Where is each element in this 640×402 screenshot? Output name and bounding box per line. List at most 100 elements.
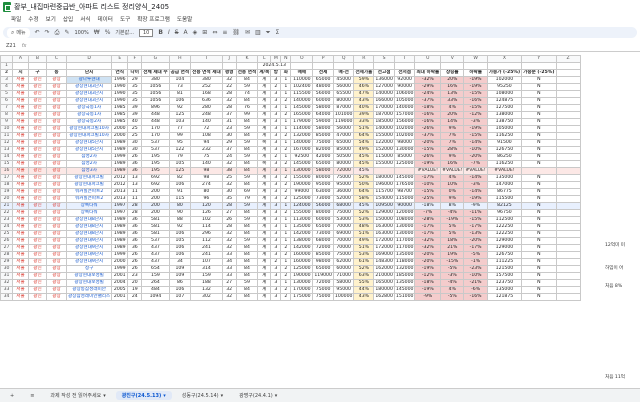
table-cell[interactable]: -16%	[463, 293, 488, 301]
menu-item[interactable]: 삽입	[63, 15, 73, 24]
table-cell[interactable]: -23%	[463, 265, 488, 273]
font-select[interactable]: 기본값...	[115, 29, 134, 36]
table-cell[interactable]: 35	[127, 90, 143, 98]
table-cell[interactable]: 80000	[332, 160, 355, 168]
table-cell[interactable]: 2	[280, 244, 292, 252]
table-cell[interactable]: 136000	[373, 76, 395, 84]
table-cell[interactable]: 1	[280, 153, 292, 161]
table-cell[interactable]: 140	[190, 118, 223, 126]
table-cell[interactable]: 280	[190, 104, 223, 112]
column-header[interactable]: T	[393, 55, 416, 63]
table-cell[interactable]: 21%	[440, 244, 465, 252]
table-cell[interactable]: 3	[270, 97, 282, 105]
cell[interactable]	[28, 62, 47, 70]
row-number[interactable]: 22	[0, 209, 13, 217]
table-cell[interactable]: 125	[168, 167, 192, 175]
table-cell[interactable]: 150000	[373, 216, 395, 224]
column-header[interactable]: O	[290, 55, 314, 63]
table-cell[interactable]: 58000	[312, 125, 334, 133]
table-cell[interactable]: 광장	[46, 118, 67, 126]
table-cell[interactable]: 광진	[28, 251, 47, 259]
table-cell[interactable]: -4%	[440, 209, 465, 217]
table-cell[interactable]: 135000	[393, 279, 416, 287]
table-cell[interactable]: 서울	[12, 118, 29, 126]
table-cell[interactable]: 140000	[373, 125, 395, 133]
table-cell[interactable]: N	[521, 188, 557, 196]
table-cell[interactable]: -15%	[463, 132, 488, 140]
table-cell[interactable]: 1	[280, 223, 292, 231]
column-title[interactable]: 전저점	[393, 69, 416, 77]
table-cell[interactable]: 25	[127, 125, 143, 133]
column-title[interactable]: 나이	[127, 69, 143, 77]
table-cell[interactable]: 84	[235, 272, 259, 280]
table-cell[interactable]: 79	[168, 153, 192, 161]
column-header[interactable]: N	[280, 55, 292, 63]
table-cell[interactable]: 광장현대보성빌	[65, 272, 113, 280]
table-cell[interactable]: 1	[280, 76, 292, 84]
table-cell[interactable]: 84	[235, 76, 259, 84]
table-cell[interactable]: -19%	[463, 83, 488, 91]
table-cell[interactable]: 90000	[393, 202, 416, 210]
table-cell[interactable]: 95000	[332, 286, 355, 294]
table-cell[interactable]: 24	[221, 153, 237, 161]
table-cell[interactable]: 105	[168, 237, 192, 245]
table-cell[interactable]: 계	[257, 111, 272, 119]
table-cell[interactable]: 삼성2차	[65, 160, 113, 168]
table-cell[interactable]: 140	[190, 160, 223, 168]
table-cell[interactable]: 23	[221, 125, 237, 133]
table-cell[interactable]: 180000	[373, 174, 395, 182]
cell[interactable]	[555, 97, 581, 105]
table-cell[interactable]: 5%	[440, 230, 465, 238]
table-cell[interactable]: 0%	[440, 188, 465, 196]
table-cell[interactable]: N	[521, 251, 557, 259]
table-cell[interactable]: 3	[270, 293, 282, 301]
table-cell[interactable]: 84	[235, 209, 259, 217]
table-cell[interactable]: 2004	[111, 279, 129, 287]
table-cell[interactable]: 142000	[290, 230, 314, 238]
table-cell[interactable]: 광진	[28, 139, 47, 147]
table-cell[interactable]: 448	[141, 118, 170, 126]
column-header[interactable]: K	[235, 55, 259, 63]
table-cell[interactable]: 86250	[486, 153, 523, 161]
table-cell[interactable]: 99000	[290, 188, 314, 196]
row-number[interactable]: 8	[0, 111, 13, 119]
table-cell[interactable]: N	[521, 244, 557, 252]
table-cell[interactable]: 125000	[290, 265, 314, 273]
cell[interactable]	[312, 62, 334, 70]
cell[interactable]	[393, 62, 416, 70]
table-cell[interactable]: 157000	[393, 111, 416, 119]
table-cell[interactable]: 264	[141, 279, 170, 287]
menu-item[interactable]: 데이터	[97, 15, 112, 24]
table-cell[interactable]: 140000	[393, 104, 416, 112]
table-cell[interactable]: -18%	[414, 202, 442, 210]
tab-seongdong[interactable]: 성동구(24.5.14) ▾	[176, 391, 229, 400]
table-cell[interactable]: 692	[141, 174, 170, 182]
table-cell[interactable]: 84	[235, 286, 259, 294]
table-cell[interactable]: -18%	[414, 104, 442, 112]
table-cell[interactable]: 84	[235, 146, 259, 154]
table-cell[interactable]: 서울	[12, 83, 29, 91]
table-cell[interactable]: 계	[257, 237, 272, 245]
cell[interactable]	[555, 76, 581, 84]
functions-icon[interactable]: Σ	[276, 29, 280, 36]
table-cell[interactable]: 448	[141, 111, 170, 119]
table-cell[interactable]: 31	[221, 118, 237, 126]
table-cell[interactable]: 92000	[393, 76, 416, 84]
table-cell[interactable]: 185000	[393, 272, 416, 280]
table-cell[interactable]: 95000	[332, 181, 355, 189]
table-cell[interactable]: 2	[280, 111, 292, 119]
table-cell[interactable]: 84	[235, 97, 259, 105]
table-cell[interactable]: 636	[190, 97, 223, 105]
table-cell[interactable]: 155000	[373, 132, 395, 140]
table-cell[interactable]: 광장	[46, 223, 67, 231]
table-cell[interactable]: 11	[127, 195, 143, 203]
table-cell[interactable]: 광진	[28, 272, 47, 280]
table-cell[interactable]: 82	[168, 174, 192, 182]
row-number[interactable]: 30	[0, 265, 13, 273]
table-cell[interactable]: 484	[141, 286, 170, 294]
table-cell[interactable]: 32	[221, 160, 237, 168]
table-cell[interactable]: 광장현대파크빌	[65, 181, 113, 189]
table-cell[interactable]: 138000	[486, 111, 523, 119]
table-cell[interactable]: 계	[257, 104, 272, 112]
table-cell[interactable]: 35	[127, 83, 143, 91]
